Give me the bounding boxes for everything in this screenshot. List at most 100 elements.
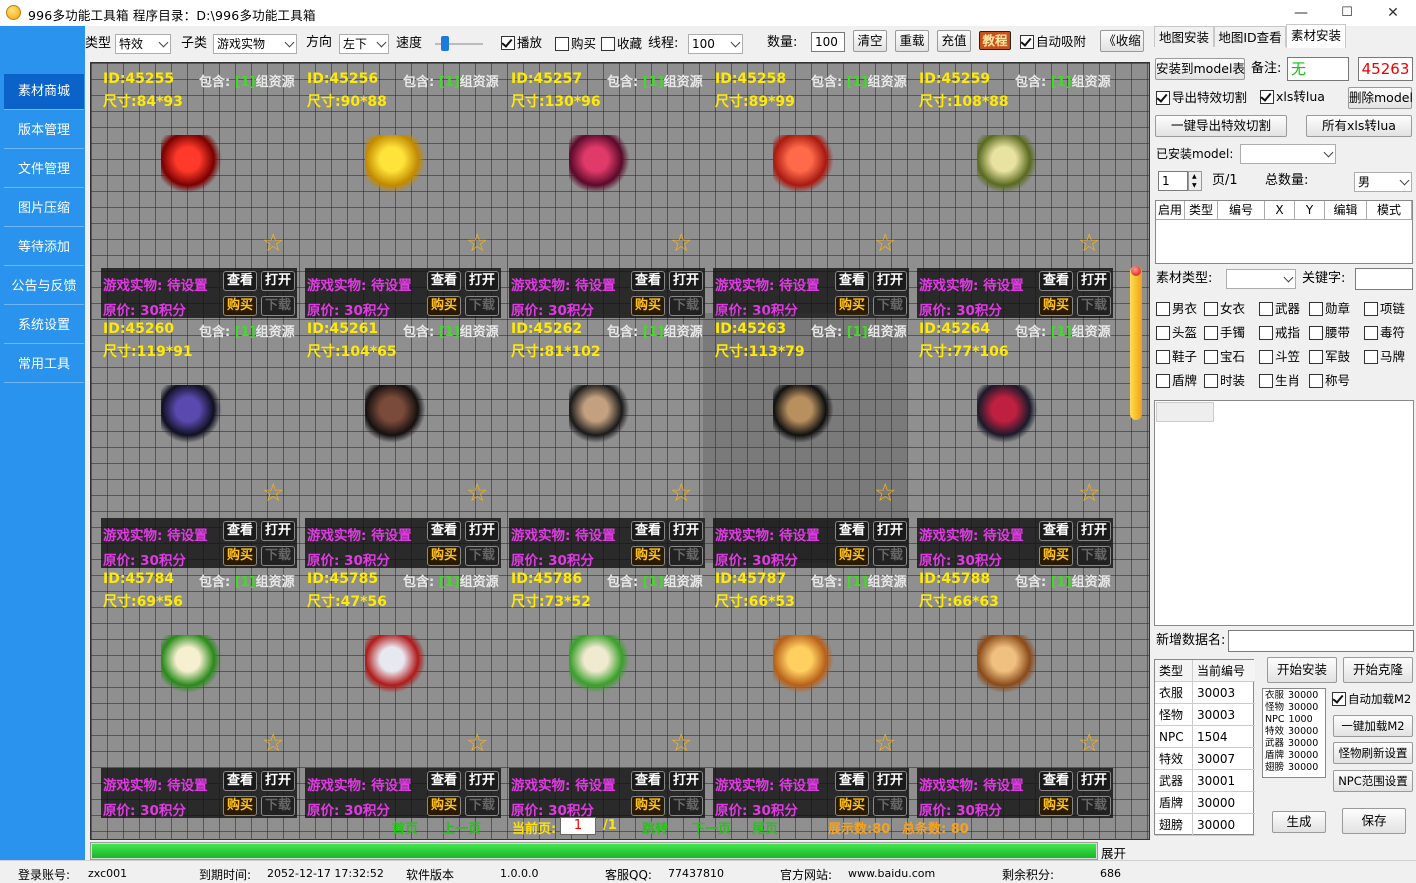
material-card[interactable]: ID:45785 包含: [1]组资源 尺寸:47*56 ☆ 游戏实物: 待设置 原价: … — [295, 563, 501, 819]
sidebar-item-settings[interactable]: 系统设置 — [4, 308, 84, 344]
category-checkbox[interactable]: 勋章 — [1309, 302, 1350, 316]
favorite-star-icon[interactable]: ☆ — [262, 229, 284, 257]
sidebar-item-notice-feedback[interactable]: 公告与反馈 — [4, 269, 84, 305]
gender-select[interactable]: 男 — [1354, 172, 1412, 192]
melon-icon[interactable] — [977, 135, 1041, 199]
favorite-checkbox[interactable]: 收藏 — [601, 37, 642, 51]
material-card[interactable]: ID:45257 包含: [1]组资源 尺寸:130*96 ☆ 游戏实物: 待设置 原价:… — [499, 63, 705, 319]
open-button[interactable]: 打开 — [669, 271, 703, 291]
table-row[interactable]: 特效 30007 — [1155, 748, 1255, 770]
category-checkbox[interactable]: 腰带 — [1309, 326, 1350, 340]
open-button[interactable]: 打开 — [1077, 271, 1111, 291]
sidebar-item-version[interactable]: 版本管理 — [4, 113, 84, 149]
buy-button[interactable]: 购买 — [835, 796, 869, 816]
tab-map-id[interactable]: 地图ID查看 — [1214, 26, 1286, 47]
category-checkbox[interactable]: 手镯 — [1204, 326, 1245, 340]
view-button[interactable]: 查看 — [223, 771, 257, 791]
table-row[interactable]: 翅膀 30000 — [1155, 814, 1255, 836]
buy-checkbox[interactable]: 购买 — [555, 37, 596, 51]
open-button[interactable]: 打开 — [873, 771, 907, 791]
favorite-star-icon[interactable]: ☆ — [1078, 229, 1100, 257]
table-row[interactable]: NPC 1504 — [1155, 726, 1255, 748]
sidebar-item-pending[interactable]: 等待添加 — [4, 230, 84, 266]
last-page-link[interactable]: 尾页 — [752, 818, 778, 837]
category-checkbox[interactable]: 宝石 — [1204, 350, 1245, 364]
buy-button[interactable]: 购买 — [223, 796, 257, 816]
open-button[interactable]: 打开 — [669, 771, 703, 791]
material-card[interactable]: ID:45786 包含: [1]组资源 尺寸:73*52 ☆ 游戏实物: 待设置 原价: … — [499, 563, 705, 819]
material-card[interactable]: ID:45263 包含: [1]组资源 尺寸:113*79 ☆ 游戏实物: 待设置 原价:… — [703, 313, 909, 569]
monster-refresh-button[interactable]: 怪物刷新设置 — [1333, 742, 1413, 764]
open-button[interactable]: 打开 — [261, 771, 295, 791]
sidebar-item-material-store[interactable]: 素材商城 — [4, 74, 84, 110]
apple-icon[interactable] — [161, 135, 225, 199]
next-page-link[interactable]: 下一页 — [692, 818, 731, 837]
category-checkbox[interactable]: 斗笠 — [1259, 350, 1300, 364]
speed-slider-thumb[interactable] — [440, 36, 449, 51]
recharge-button[interactable]: 充值 — [937, 30, 971, 52]
category-checkbox[interactable]: 生肖 — [1259, 374, 1300, 388]
category-checkbox[interactable]: 鞋子 — [1156, 350, 1197, 364]
material-card[interactable]: ID:45259 包含: [1]组资源 尺寸:108*88 ☆ 游戏实物: 待设置 原价:… — [907, 63, 1113, 319]
material-card[interactable]: ID:45262 包含: [1]组资源 尺寸:81*102 ☆ 游戏实物: 待设置 原价:… — [499, 313, 705, 569]
category-checkbox[interactable]: 戒指 — [1259, 326, 1300, 340]
xls-lua-checkbox[interactable]: xls转lua — [1260, 90, 1325, 104]
subtype-select[interactable]: 游戏实物 — [213, 34, 297, 54]
keyboard-icon[interactable] — [365, 385, 429, 449]
start-install-button[interactable]: 开始安装 — [1267, 657, 1337, 683]
open-button[interactable]: 打开 — [465, 521, 499, 541]
category-checkbox[interactable]: 军鼓 — [1309, 350, 1350, 364]
category-checkbox[interactable]: 称号 — [1309, 374, 1350, 388]
tab-map-install[interactable]: 地图安装 — [1154, 26, 1214, 47]
material-card[interactable]: ID:45787 包含: [1]组资源 尺寸:66*53 ☆ 游戏实物: 待设置 原价: … — [703, 563, 909, 819]
view-button[interactable]: 查看 — [1039, 771, 1073, 791]
threads-select[interactable]: 100 — [688, 34, 743, 54]
open-button[interactable]: 打开 — [873, 521, 907, 541]
view-button[interactable]: 查看 — [631, 771, 665, 791]
headphones-icon[interactable] — [569, 385, 633, 449]
view-button[interactable]: 查看 — [631, 521, 665, 541]
favorite-star-icon[interactable]: ☆ — [874, 479, 896, 507]
auto-attach-checkbox[interactable]: 自动吸附 — [1020, 35, 1086, 49]
sidebar-item-files[interactable]: 文件管理 — [4, 152, 84, 188]
sidebar-item-tools[interactable]: 常用工具 — [4, 347, 84, 383]
category-checkbox[interactable]: 马牌 — [1364, 350, 1405, 364]
category-checkbox[interactable]: 毒符 — [1364, 326, 1405, 340]
favorite-star-icon[interactable]: ☆ — [874, 729, 896, 757]
material-card[interactable]: ID:45788 包含: [1]组资源 尺寸:66*63 ☆ 游戏实物: 待设置 原价: … — [907, 563, 1113, 819]
category-checkbox[interactable]: 武器 — [1259, 302, 1300, 316]
download-button[interactable]: 下载 — [465, 796, 499, 816]
type-select[interactable]: 特效 — [115, 34, 171, 54]
speakers-icon[interactable] — [773, 385, 837, 449]
category-checkbox[interactable]: 男衣 — [1156, 302, 1197, 316]
category-checkbox[interactable]: 时装 — [1204, 374, 1245, 388]
table-row[interactable]: 盾牌 30000 — [1155, 792, 1255, 814]
open-button[interactable]: 打开 — [1077, 521, 1111, 541]
material-card[interactable]: ID:45256 包含: [1]组资源 尺寸:90*88 ☆ 游戏实物: 待设置 原价: … — [295, 63, 501, 319]
favorite-star-icon[interactable]: ☆ — [1078, 729, 1100, 757]
start-clone-button[interactable]: 开始克隆 — [1343, 657, 1413, 683]
open-button[interactable]: 打开 — [465, 771, 499, 791]
play-checkbox[interactable]: 播放 — [501, 36, 542, 50]
model-code-input[interactable]: 45263 — [1358, 57, 1413, 81]
material-card[interactable]: ID:45784 包含: [1]组资源 尺寸:69*56 ☆ 游戏实物: 待设置 原价: … — [91, 563, 297, 819]
favorite-star-icon[interactable]: ☆ — [466, 729, 488, 757]
table-row[interactable]: 怪物 30003 — [1155, 704, 1255, 726]
installed-model-select[interactable] — [1240, 144, 1336, 164]
table-row[interactable]: 武器 30001 — [1155, 770, 1255, 792]
table-row[interactable]: 衣服 30003 — [1155, 682, 1255, 704]
export-cut-checkbox[interactable]: 导出特效切割 — [1156, 91, 1247, 105]
material-card[interactable]: ID:45258 包含: [1]组资源 尺寸:89*99 ☆ 游戏实物: 待设置 原价: … — [703, 63, 909, 319]
download-button[interactable]: 下载 — [669, 796, 703, 816]
category-checkbox[interactable]: 头盔 — [1156, 326, 1197, 340]
view-button[interactable]: 查看 — [631, 271, 665, 291]
banana-icon[interactable] — [365, 135, 429, 199]
category-checkbox[interactable]: 盾牌 — [1156, 374, 1197, 388]
note-input[interactable]: 无 — [1287, 57, 1349, 81]
delete-model-button[interactable]: 删除model — [1348, 87, 1413, 109]
npc-range-button[interactable]: NPC范围设置 — [1333, 770, 1413, 792]
page-spinner[interactable]: ▲ ▼ — [1188, 171, 1202, 191]
view-button[interactable]: 查看 — [427, 521, 461, 541]
scrollbar-thumb[interactable] — [1131, 266, 1141, 276]
buy-button[interactable]: 购买 — [427, 796, 461, 816]
